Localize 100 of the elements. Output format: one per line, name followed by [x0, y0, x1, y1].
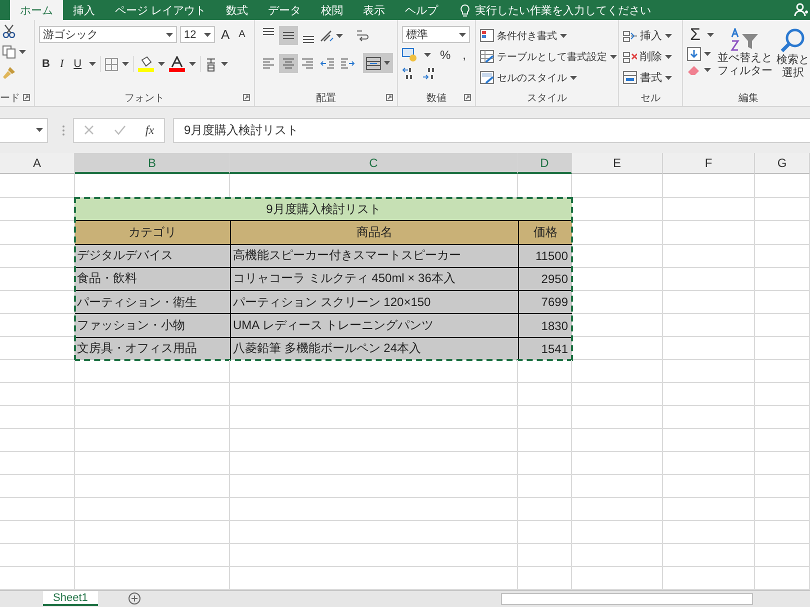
- grid-cell[interactable]: [572, 452, 663, 475]
- grid-cell[interactable]: [755, 174, 810, 198]
- grid-cell[interactable]: [75, 452, 230, 475]
- grid-cell[interactable]: [75, 360, 230, 383]
- caret-icon[interactable]: [665, 76, 672, 80]
- copy-icon[interactable]: [2, 45, 16, 59]
- grid-cell[interactable]: [572, 475, 663, 498]
- comma-button[interactable]: ,: [460, 47, 470, 63]
- grid-cell[interactable]: [663, 498, 755, 521]
- grid-cell[interactable]: [663, 383, 755, 406]
- ribbon-tab[interactable]: ヘルプ: [395, 0, 448, 20]
- grid-cell[interactable]: [518, 429, 572, 452]
- grid-cell[interactable]: [663, 268, 755, 291]
- grid-cell[interactable]: [0, 383, 75, 406]
- grid-cell[interactable]: [663, 475, 755, 498]
- horizontal-scrollbar[interactable]: [500, 593, 753, 605]
- grid-cell[interactable]: [572, 174, 663, 198]
- caret-icon[interactable]: [19, 50, 26, 54]
- number-format-dropdown[interactable]: 標準: [402, 26, 470, 43]
- percent-button[interactable]: %: [437, 47, 454, 63]
- grid-cell[interactable]: [230, 360, 518, 383]
- caret-icon[interactable]: [188, 62, 196, 66]
- currency-icon[interactable]: [402, 48, 418, 62]
- dialog-launcher-icon[interactable]: [464, 94, 471, 101]
- styles-menu-button[interactable]: テーブルとして書式設定: [480, 47, 614, 66]
- ribbon-tab[interactable]: 数式: [216, 0, 258, 20]
- grid-cell[interactable]: [572, 360, 663, 383]
- grid-cell[interactable]: [0, 544, 75, 567]
- grid-cell[interactable]: [755, 268, 810, 291]
- caret-icon[interactable]: [560, 34, 567, 38]
- grid-cell[interactable]: [0, 360, 75, 383]
- ribbon-tab[interactable]: ページ レイアウト: [105, 0, 216, 20]
- bold-button[interactable]: B: [39, 56, 53, 72]
- grid-cell[interactable]: [663, 544, 755, 567]
- caret-icon[interactable]: [220, 62, 228, 66]
- italic-button[interactable]: I: [56, 56, 67, 72]
- caret-icon[interactable]: [665, 54, 672, 58]
- grid-cell[interactable]: [0, 406, 75, 429]
- grid-cell[interactable]: [518, 498, 572, 521]
- caret-icon[interactable]: [158, 62, 165, 66]
- lightbulb-icon[interactable]: [460, 4, 470, 16]
- scissors-icon[interactable]: [2, 24, 16, 38]
- caret-icon[interactable]: [424, 53, 431, 57]
- grid-cell[interactable]: [518, 383, 572, 406]
- grid-cell[interactable]: [663, 360, 755, 383]
- insert-function-button[interactable]: fx: [145, 122, 154, 138]
- find-select-button[interactable]: 検索と 選択: [776, 26, 810, 89]
- column-header[interactable]: B: [75, 153, 230, 174]
- grid-cell[interactable]: [663, 291, 755, 314]
- grid-cell[interactable]: [572, 383, 663, 406]
- caret-icon[interactable]: [122, 62, 129, 66]
- grid-cell[interactable]: [75, 521, 230, 544]
- grid-cell[interactable]: [663, 406, 755, 429]
- fill-color-icon[interactable]: [138, 56, 154, 72]
- autosum-button[interactable]: Σ: [687, 26, 704, 44]
- decrease-decimal-icon[interactable]: [422, 67, 436, 80]
- caret-icon[interactable]: [665, 34, 672, 38]
- grid-cell[interactable]: [663, 221, 755, 245]
- grid-cell[interactable]: [230, 521, 518, 544]
- grid-cell[interactable]: [518, 360, 572, 383]
- grid-cell[interactable]: [518, 406, 572, 429]
- grid-cell[interactable]: [230, 475, 518, 498]
- grid-cell[interactable]: [0, 452, 75, 475]
- column-header[interactable]: E: [572, 153, 663, 174]
- cells-menu-button[interactable]: 書式: [623, 68, 678, 87]
- grid-cell[interactable]: [755, 198, 810, 221]
- grid-cell[interactable]: [230, 383, 518, 406]
- grid-cell[interactable]: [755, 221, 810, 245]
- grid-cell[interactable]: [0, 521, 75, 544]
- grid-cell[interactable]: [572, 544, 663, 567]
- add-sheet-icon[interactable]: [128, 592, 141, 605]
- caret-icon[interactable]: [570, 76, 577, 80]
- grid-cell[interactable]: [518, 544, 572, 567]
- grid-cell[interactable]: [518, 452, 572, 475]
- cells-menu-button[interactable]: 挿入: [623, 26, 678, 45]
- grid-cell[interactable]: [755, 406, 810, 429]
- grid-cell[interactable]: [755, 452, 810, 475]
- grow-font-button[interactable]: A: [218, 26, 233, 42]
- grid-cell[interactable]: [518, 475, 572, 498]
- grid-cell[interactable]: [230, 544, 518, 567]
- column-header[interactable]: D: [518, 153, 572, 174]
- ribbon-tab[interactable]: 挿入: [63, 0, 105, 20]
- add-user-icon[interactable]: [794, 3, 808, 17]
- search-field[interactable]: 実行したい作業を入力してください: [475, 2, 652, 18]
- merge-center-button[interactable]: [362, 53, 393, 73]
- grid-cell[interactable]: [755, 475, 810, 498]
- enter-icon[interactable]: [114, 125, 126, 135]
- dialog-launcher-icon[interactable]: [243, 94, 250, 101]
- grid-cell[interactable]: [0, 498, 75, 521]
- caret-icon[interactable]: [704, 68, 711, 72]
- wrap-text-icon[interactable]: [355, 28, 369, 44]
- column-header[interactable]: G: [755, 153, 810, 174]
- ribbon-tab[interactable]: 表示: [353, 0, 396, 20]
- grid-cell[interactable]: [663, 174, 755, 198]
- grid-cell[interactable]: [230, 452, 518, 475]
- caret-icon[interactable]: [610, 54, 617, 58]
- align-middle-button[interactable]: [279, 26, 298, 45]
- grid-cell[interactable]: [230, 429, 518, 452]
- grid-cell[interactable]: [75, 406, 230, 429]
- grid-cell[interactable]: [755, 498, 810, 521]
